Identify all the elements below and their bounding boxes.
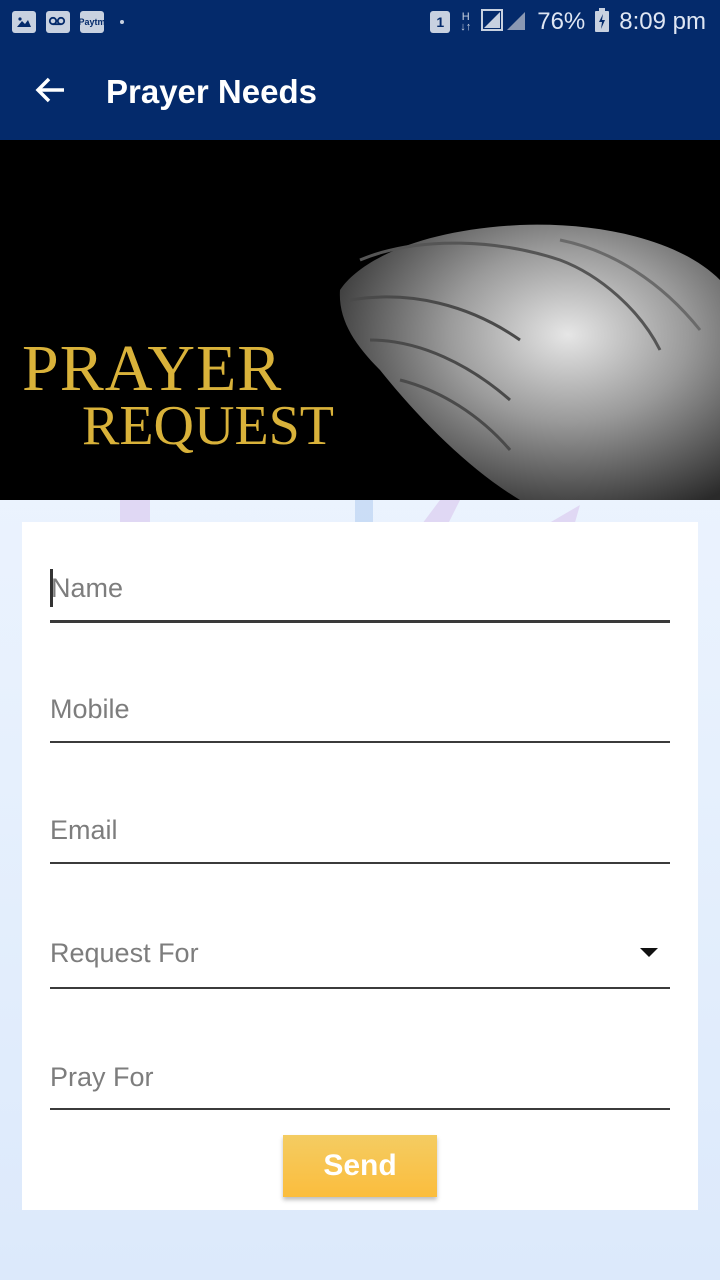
status-right: 1 H ↓↑ 76% 8:09 pm [430, 7, 706, 37]
email-field[interactable]: Email [50, 807, 670, 867]
send-button[interactable]: Send [283, 1135, 437, 1197]
banner-line-request: REQUEST [82, 395, 334, 457]
app-bar: Prayer Needs [0, 44, 720, 140]
prayer-request-banner: PRAYER REQUEST [0, 140, 720, 500]
email-placeholder: Email [50, 815, 118, 845]
prayer-form-card: Name Mobile Email Request For Pray For S… [22, 522, 698, 1210]
mobile-placeholder: Mobile [50, 694, 130, 724]
network-type: H ↓↑ [460, 11, 472, 33]
request-for-label: Request For [50, 938, 199, 968]
voicemail-icon [46, 11, 70, 33]
status-left: Paytm [12, 11, 124, 33]
back-button[interactable] [0, 44, 100, 140]
sim-indicator: 1 [430, 11, 451, 33]
request-for-underline [50, 987, 670, 989]
gallery-icon [12, 11, 36, 33]
network-type-label: H [461, 11, 470, 23]
banner-line-prayer: PRAYER [22, 332, 283, 405]
signal-icon [481, 8, 527, 37]
mobile-underline [50, 741, 670, 743]
request-for-dropdown[interactable]: Request For [50, 930, 670, 992]
paytm-icon: Paytm [79, 11, 106, 33]
mobile-field[interactable]: Mobile [50, 686, 670, 746]
name-underline [50, 620, 670, 623]
battery-icon [595, 7, 610, 37]
email-underline [50, 862, 670, 864]
pray-for-field[interactable]: Pray For [50, 1054, 670, 1114]
banner-text: PRAYER REQUEST [22, 332, 334, 457]
arrow-left-icon [34, 76, 66, 109]
notification-dot-icon [120, 20, 124, 24]
clock: 8:09 pm [619, 8, 706, 35]
name-placeholder: Name [51, 573, 124, 603]
pray-for-underline [50, 1108, 670, 1110]
chevron-down-icon [640, 948, 658, 957]
name-field[interactable]: Name [50, 562, 670, 626]
pray-for-placeholder: Pray For [50, 1062, 154, 1092]
status-bar: Paytm 1 H ↓↑ 76% 8:09 pm [0, 0, 720, 44]
battery-percent: 76% [537, 8, 586, 35]
page-title: Prayer Needs [106, 73, 317, 110]
